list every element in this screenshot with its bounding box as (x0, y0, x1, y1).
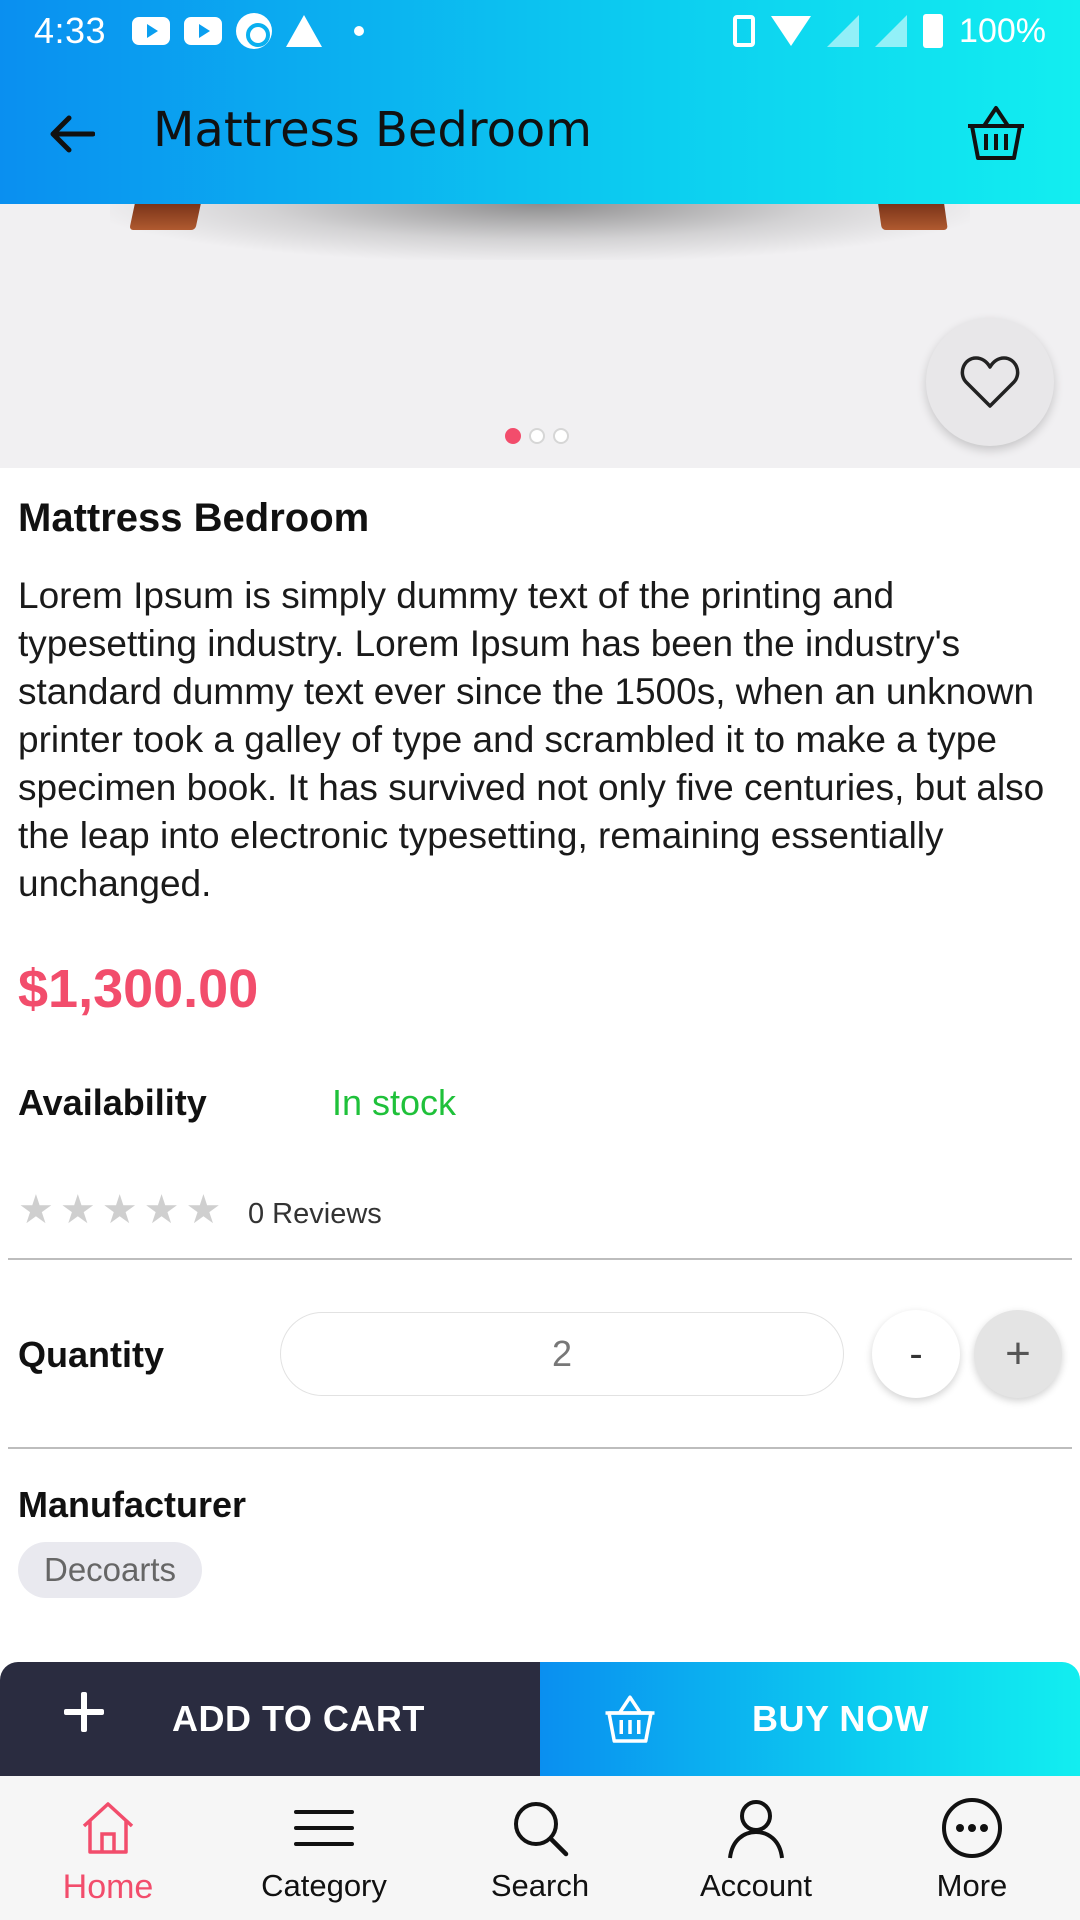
back-button[interactable] (44, 106, 100, 162)
buy-now-label: BUY NOW (752, 1698, 929, 1739)
nav-search-label: Search (490, 1868, 590, 1903)
status-time: 4:33 (34, 10, 107, 51)
buy-now-button[interactable]: BUY NOW (540, 1662, 1080, 1776)
youtube-icon (132, 17, 171, 45)
nav-more[interactable]: More (864, 1776, 1080, 1920)
notification-icons (132, 13, 365, 49)
quantity-input[interactable]: 2 (280, 1312, 844, 1396)
heart-icon (960, 356, 1020, 408)
add-to-cart-label: ADD TO CART (172, 1698, 425, 1739)
plus-icon (60, 1688, 108, 1736)
system-icons: 100% (733, 12, 1046, 51)
availability-status: In stock (332, 1082, 457, 1123)
nav-more-label: More (936, 1868, 1008, 1903)
nav-category-label: Category (261, 1868, 387, 1903)
bed-leg (129, 204, 201, 230)
nav-search[interactable]: Search (432, 1776, 648, 1920)
nav-account-label: Account (699, 1868, 812, 1903)
user-icon (728, 1800, 784, 1859)
battery-icon (923, 14, 944, 48)
product-description: Lorem Ipsum is simply dummy text of the … (18, 575, 1045, 904)
signal-icon (875, 15, 908, 47)
bed-leg (878, 204, 948, 230)
pager-dot[interactable] (529, 428, 545, 444)
warning-icon (286, 15, 323, 47)
product-name: Mattress Bedroom (18, 496, 370, 540)
divider (8, 1258, 1072, 1260)
home-icon (82, 1802, 134, 1854)
nav-home-label: Home (62, 1868, 154, 1906)
pager-dot[interactable] (553, 428, 569, 444)
youtube-icon (184, 17, 223, 45)
add-to-cart-button[interactable]: ADD TO CART (0, 1662, 540, 1776)
wifi-icon (771, 16, 812, 46)
basket-icon (605, 1695, 655, 1743)
arrow-left-icon (50, 115, 95, 153)
quantity-label: Quantity (18, 1334, 165, 1375)
pager-dot-active[interactable] (505, 428, 521, 444)
app-header: 4:33 100% Mattress Bedroom (0, 0, 1080, 204)
rating-stars[interactable]: ★ ★ ★ ★ ★ (18, 1190, 221, 1230)
divider (8, 1447, 1072, 1449)
manufacturer-label: Manufacturer (18, 1484, 247, 1525)
search-icon (514, 1802, 569, 1857)
cart-button[interactable] (964, 102, 1028, 166)
star-icon: ★ (185, 1188, 222, 1232)
nav-account[interactable]: Account (648, 1776, 864, 1920)
availability-label: Availability (18, 1082, 207, 1123)
bottom-navigation: Home Category Search Account More (0, 1776, 1080, 1920)
menu-icon (294, 1810, 354, 1846)
sync-icon (236, 13, 273, 49)
star-icon: ★ (143, 1188, 180, 1232)
nav-category[interactable]: Category (216, 1776, 432, 1920)
manufacturer-chip[interactable]: Decoarts (18, 1542, 203, 1598)
product-image (110, 204, 970, 260)
battery-percent: 100% (959, 11, 1046, 50)
star-icon: ★ (59, 1188, 96, 1232)
more-icon (942, 1798, 1002, 1858)
star-icon: ★ (18, 1188, 54, 1232)
dot-icon (354, 26, 365, 36)
page-title: Mattress Bedroom (153, 102, 593, 158)
signal-icon (827, 15, 860, 47)
app-bar: Mattress Bedroom (0, 62, 1080, 204)
nav-home[interactable]: Home (0, 1776, 216, 1920)
carousel-pager (505, 428, 569, 444)
favorite-button[interactable] (926, 318, 1054, 446)
quantity-decrement-button[interactable]: - (872, 1310, 960, 1398)
basket-icon (968, 106, 1024, 160)
product-price: $1,300.00 (18, 959, 259, 1019)
quantity-increment-button[interactable]: + (974, 1310, 1062, 1398)
vibrate-icon (733, 15, 756, 47)
star-icon: ★ (101, 1188, 138, 1232)
status-bar: 4:33 100% (0, 0, 1080, 62)
reviews-count[interactable]: 0 Reviews (248, 1198, 382, 1231)
